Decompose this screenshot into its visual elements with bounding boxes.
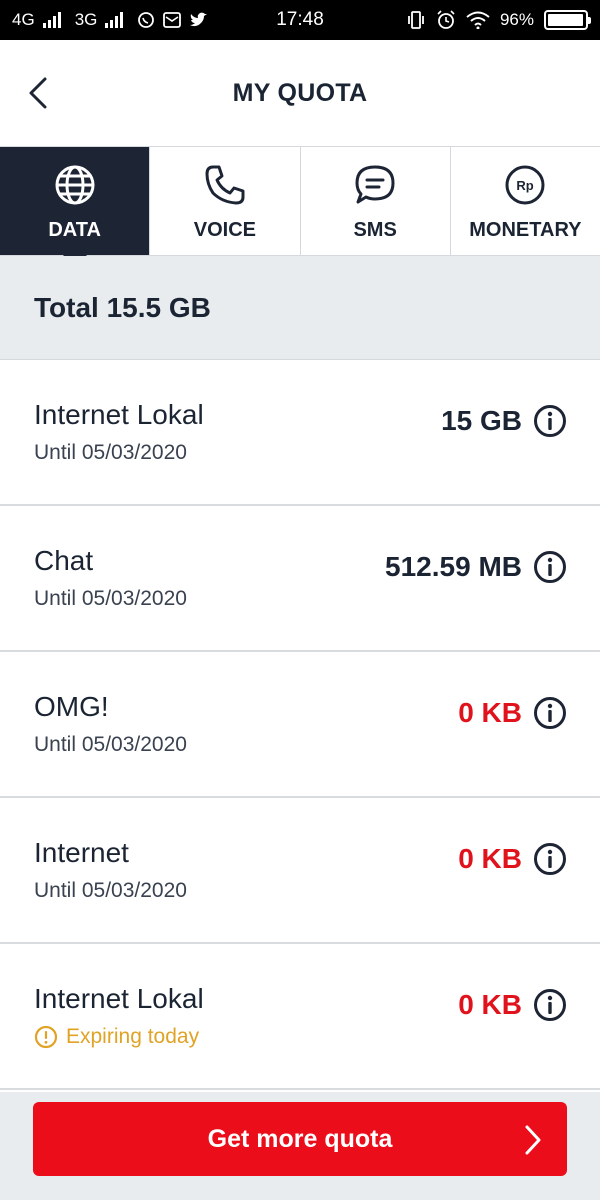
status-bar: 4G 3G 17:48 96% bbox=[0, 0, 600, 40]
whatsapp-icon bbox=[137, 11, 155, 29]
page-title: MY QUOTA bbox=[232, 78, 368, 107]
quota-amount: 512.59 MB bbox=[385, 551, 522, 582]
cta-label: Get more quota bbox=[207, 1124, 393, 1153]
tab-voice[interactable]: VOICE bbox=[149, 147, 299, 255]
total-quota: Total 15.5 GB bbox=[34, 291, 211, 323]
wifi-icon bbox=[466, 11, 490, 29]
rupiah-icon-text: Rp bbox=[517, 178, 534, 193]
quota-list: Internet Lokal Until 05/03/2020 15 GB Ch… bbox=[0, 360, 600, 1090]
tab-label: SMS bbox=[353, 219, 397, 241]
app-header: MY QUOTA bbox=[0, 40, 600, 146]
list-item: Internet Lokal Expiring today 0 KB bbox=[0, 944, 600, 1090]
info-icon[interactable] bbox=[532, 549, 568, 585]
quota-expiry: Until 05/03/2020 bbox=[34, 587, 187, 610]
tab-data[interactable]: DATA bbox=[0, 147, 150, 267]
total-summary: Total 15.5 GB bbox=[0, 256, 600, 360]
quota-expiry-warning: Expiring today bbox=[34, 1025, 204, 1049]
quota-expiry: Until 05/03/2020 bbox=[34, 733, 187, 756]
globe-icon bbox=[53, 163, 97, 207]
info-icon[interactable] bbox=[532, 403, 568, 439]
info-icon[interactable] bbox=[532, 695, 568, 731]
quota-expiry: Until 05/03/2020 bbox=[34, 879, 187, 902]
rupiah-icon: Rp bbox=[503, 163, 547, 207]
cta-bar: Get more quota bbox=[0, 1092, 600, 1200]
battery-percent: 96% bbox=[499, 10, 534, 29]
list-item: OMG! Until 05/03/2020 0 KB bbox=[0, 652, 600, 798]
tab-sms[interactable]: SMS bbox=[299, 147, 450, 255]
signal-icon bbox=[105, 12, 124, 28]
quota-name: Internet Lokal bbox=[34, 399, 204, 430]
tab-monetary[interactable]: Rp MONETARY bbox=[449, 147, 600, 255]
expiry-text: Expiring today bbox=[66, 1025, 200, 1048]
quota-amount: 0 KB bbox=[458, 989, 522, 1020]
info-icon[interactable] bbox=[532, 987, 568, 1023]
quota-tabs: DATA VOICE SMS Rp MONETARY bbox=[0, 146, 600, 267]
list-item: Internet Lokal Until 05/03/2020 15 GB bbox=[0, 360, 600, 506]
quota-amount: 0 KB bbox=[458, 697, 522, 728]
alarm-icon bbox=[436, 10, 456, 30]
quota-amount: 15 GB bbox=[441, 405, 522, 436]
get-more-quota-button[interactable]: Get more quota bbox=[33, 1102, 567, 1176]
network-type-1: 4G bbox=[12, 10, 35, 29]
list-item: Internet Until 05/03/2020 0 KB bbox=[0, 798, 600, 944]
tab-label: DATA bbox=[48, 219, 101, 241]
quota-name: Internet Lokal bbox=[34, 983, 204, 1014]
tab-label: MONETARY bbox=[469, 219, 582, 241]
tab-label: VOICE bbox=[193, 219, 256, 241]
chat-bubble-icon bbox=[353, 163, 397, 207]
quota-expiry: Until 05/03/2020 bbox=[34, 441, 187, 464]
list-item: Chat Until 05/03/2020 512.59 MB bbox=[0, 506, 600, 652]
twitter-icon bbox=[189, 12, 209, 28]
info-icon[interactable] bbox=[532, 841, 568, 877]
battery-icon bbox=[544, 10, 591, 30]
mail-icon bbox=[163, 12, 182, 28]
chevron-left-icon bbox=[29, 77, 47, 109]
warning-icon bbox=[34, 1025, 58, 1049]
phone-icon bbox=[204, 163, 246, 207]
quota-name: Chat bbox=[34, 545, 94, 576]
quota-name: OMG! bbox=[34, 691, 109, 722]
vibrate-icon bbox=[406, 10, 426, 30]
quota-name: Internet bbox=[34, 837, 129, 868]
signal-icon bbox=[42, 12, 61, 28]
quota-amount: 0 KB bbox=[458, 843, 522, 874]
network-type-2: 3G bbox=[74, 10, 98, 29]
chevron-right-icon bbox=[525, 1125, 541, 1155]
back-button[interactable] bbox=[18, 70, 58, 116]
